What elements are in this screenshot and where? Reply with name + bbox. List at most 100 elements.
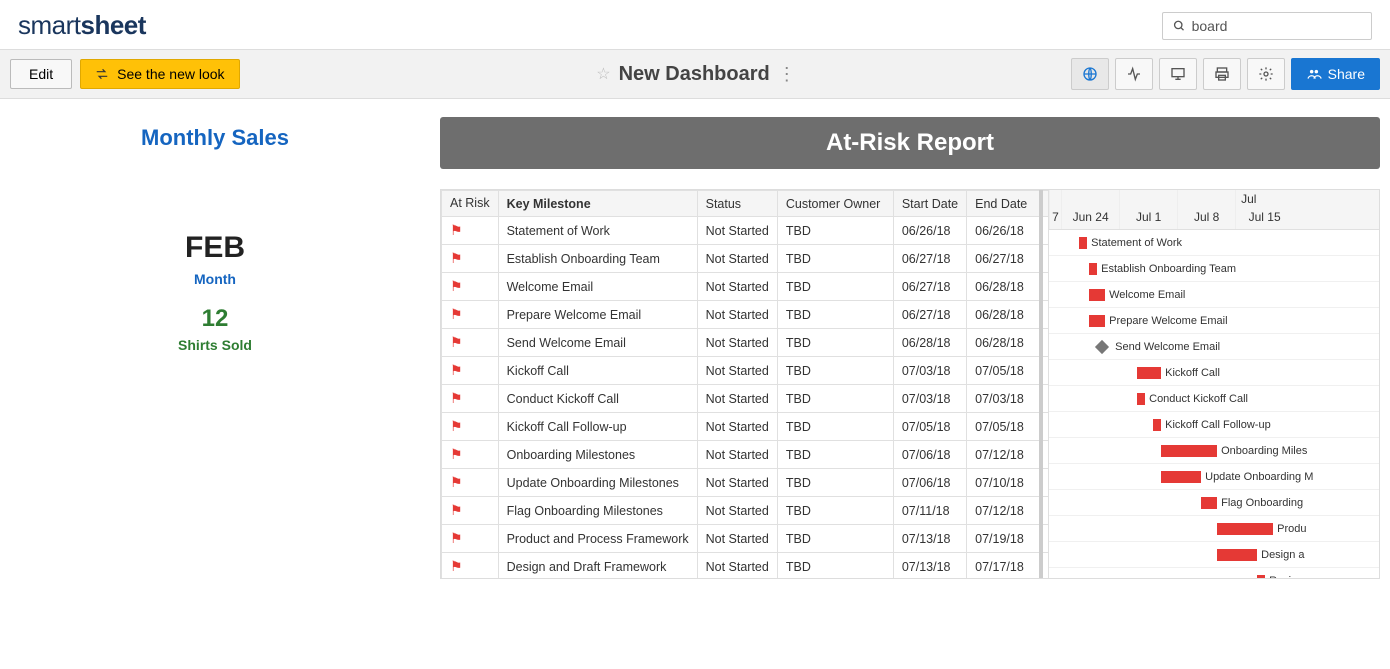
pane-divider[interactable] bbox=[1039, 190, 1043, 578]
gantt-row: Flag Onboarding bbox=[1049, 490, 1379, 516]
search-box[interactable] bbox=[1162, 12, 1372, 40]
search-icon bbox=[1173, 19, 1186, 33]
cell-owner: TBD bbox=[777, 273, 893, 301]
cell-owner: TBD bbox=[777, 301, 893, 329]
flag-icon: ⚑ bbox=[450, 446, 463, 462]
logo: smartsheet bbox=[18, 10, 146, 41]
gantt-bar-label: Prepare Welcome Email bbox=[1109, 315, 1227, 327]
gantt-row: Kickoff Call Follow-up bbox=[1049, 412, 1379, 438]
star-icon[interactable]: ☆ bbox=[596, 64, 610, 84]
gantt-bar: Review bbox=[1257, 575, 1265, 579]
col-milestone[interactable]: Key Milestone bbox=[498, 191, 697, 217]
col-risk[interactable]: At Risk bbox=[442, 191, 499, 217]
table-row[interactable]: ⚑ Establish Onboarding Team Not Started … bbox=[442, 245, 1049, 273]
edit-button[interactable]: Edit bbox=[10, 59, 72, 89]
table-row[interactable]: ⚑ Design and Draft Framework Not Started… bbox=[442, 553, 1049, 580]
cell-status: Not Started bbox=[697, 441, 777, 469]
table-row[interactable]: ⚑ Update Onboarding Milestones Not Start… bbox=[442, 469, 1049, 497]
cell-status: Not Started bbox=[697, 329, 777, 357]
col-status[interactable]: Status bbox=[697, 191, 777, 217]
flag-icon: ⚑ bbox=[450, 558, 463, 574]
gantt-row: Establish Onboarding Team bbox=[1049, 256, 1379, 282]
flag-icon: ⚑ bbox=[450, 334, 463, 350]
gantt-row: Produ bbox=[1049, 516, 1379, 542]
see-new-look-button[interactable]: See the new look bbox=[80, 59, 239, 89]
cell-status: Not Started bbox=[697, 217, 777, 245]
cell-start: 06/27/18 bbox=[893, 273, 966, 301]
sold-label: Shirts Sold bbox=[10, 337, 420, 353]
settings-button[interactable] bbox=[1247, 58, 1285, 90]
gantt-bar: Update Onboarding M bbox=[1161, 471, 1201, 483]
cell-start: 07/11/18 bbox=[893, 497, 966, 525]
table-row[interactable]: ⚑ Welcome Email Not Started TBD 06/27/18… bbox=[442, 273, 1049, 301]
table-row[interactable]: ⚑ Flag Onboarding Milestones Not Started… bbox=[442, 497, 1049, 525]
gantt-bar-label: Update Onboarding M bbox=[1205, 471, 1313, 483]
col-start[interactable]: Start Date bbox=[893, 191, 966, 217]
flag-icon: ⚑ bbox=[450, 390, 463, 406]
globe-icon bbox=[1082, 66, 1098, 82]
globe-button[interactable] bbox=[1071, 58, 1109, 90]
gantt-bar: Prepare Welcome Email bbox=[1089, 315, 1105, 327]
table-row[interactable]: ⚑ Statement of Work Not Started TBD 06/2… bbox=[442, 217, 1049, 245]
col-end[interactable]: End Date bbox=[967, 191, 1049, 217]
sold-value: 12 bbox=[10, 305, 420, 333]
cell-status: Not Started bbox=[697, 525, 777, 553]
gantt-week-label: Jul 1 bbox=[1119, 190, 1177, 229]
table-row[interactable]: ⚑ Kickoff Call Follow-up Not Started TBD… bbox=[442, 413, 1049, 441]
cell-owner: TBD bbox=[777, 217, 893, 245]
col-owner[interactable]: Customer Owner bbox=[777, 191, 893, 217]
share-button[interactable]: Share bbox=[1291, 58, 1380, 90]
sales-title: Monthly Sales bbox=[10, 125, 420, 151]
cell-milestone: Update Onboarding Milestones bbox=[498, 469, 697, 497]
cell-milestone: Conduct Kickoff Call bbox=[498, 385, 697, 413]
cell-owner: TBD bbox=[777, 245, 893, 273]
gantt-bar-label: Welcome Email bbox=[1109, 289, 1185, 301]
cell-milestone: Kickoff Call Follow-up bbox=[498, 413, 697, 441]
gantt-month-label: Jul bbox=[1241, 192, 1256, 206]
gantt-bar-label: Statement of Work bbox=[1091, 237, 1182, 249]
gantt-row: Prepare Welcome Email bbox=[1049, 308, 1379, 334]
print-button[interactable] bbox=[1203, 58, 1241, 90]
cell-milestone: Establish Onboarding Team bbox=[498, 245, 697, 273]
gantt-bar-label: Kickoff Call Follow-up bbox=[1165, 419, 1271, 431]
cell-start: 07/13/18 bbox=[893, 553, 966, 580]
activity-button[interactable] bbox=[1115, 58, 1153, 90]
gantt-bar-label: Kickoff Call bbox=[1165, 367, 1220, 379]
flag-icon: ⚑ bbox=[450, 278, 463, 294]
month-value: FEB bbox=[10, 231, 420, 265]
table-row[interactable]: ⚑ Send Welcome Email Not Started TBD 06/… bbox=[442, 329, 1049, 357]
table-row[interactable]: ⚑ Product and Process Framework Not Star… bbox=[442, 525, 1049, 553]
table-row[interactable]: ⚑ Onboarding Milestones Not Started TBD … bbox=[442, 441, 1049, 469]
table-row[interactable]: ⚑ Kickoff Call Not Started TBD 07/03/18 … bbox=[442, 357, 1049, 385]
cell-owner: TBD bbox=[777, 357, 893, 385]
flag-icon: ⚑ bbox=[450, 418, 463, 434]
table-row[interactable]: ⚑ Prepare Welcome Email Not Started TBD … bbox=[442, 301, 1049, 329]
gantt-bar: Design a bbox=[1217, 549, 1257, 561]
flag-icon: ⚑ bbox=[450, 306, 463, 322]
cell-milestone: Flag Onboarding Milestones bbox=[498, 497, 697, 525]
gantt-chart: Jul 7Jun 24Jul 1Jul 8Jul 15 Statement of… bbox=[1049, 190, 1379, 578]
cell-end: 07/12/18 bbox=[967, 497, 1049, 525]
cell-status: Not Started bbox=[697, 357, 777, 385]
cell-owner: TBD bbox=[777, 385, 893, 413]
gantt-bar: Kickoff Call bbox=[1137, 367, 1161, 379]
present-button[interactable] bbox=[1159, 58, 1197, 90]
month-label: Month bbox=[10, 271, 420, 287]
gantt-diamond bbox=[1095, 339, 1109, 353]
cell-status: Not Started bbox=[697, 385, 777, 413]
cell-owner: TBD bbox=[777, 413, 893, 441]
gantt-bar: Produ bbox=[1217, 523, 1273, 535]
cell-start: 06/28/18 bbox=[893, 329, 966, 357]
flag-icon: ⚑ bbox=[450, 530, 463, 546]
cell-owner: TBD bbox=[777, 469, 893, 497]
swap-icon bbox=[95, 67, 109, 81]
more-icon[interactable]: ⋮ bbox=[778, 64, 794, 85]
cell-milestone: Product and Process Framework bbox=[498, 525, 697, 553]
cell-owner: TBD bbox=[777, 553, 893, 580]
gantt-row: Send Welcome Email bbox=[1049, 334, 1379, 360]
gantt-bar: Onboarding Miles bbox=[1161, 445, 1217, 457]
cell-end: 07/12/18 bbox=[967, 441, 1049, 469]
search-input[interactable] bbox=[1192, 18, 1361, 34]
cell-end: 06/28/18 bbox=[967, 301, 1049, 329]
table-row[interactable]: ⚑ Conduct Kickoff Call Not Started TBD 0… bbox=[442, 385, 1049, 413]
